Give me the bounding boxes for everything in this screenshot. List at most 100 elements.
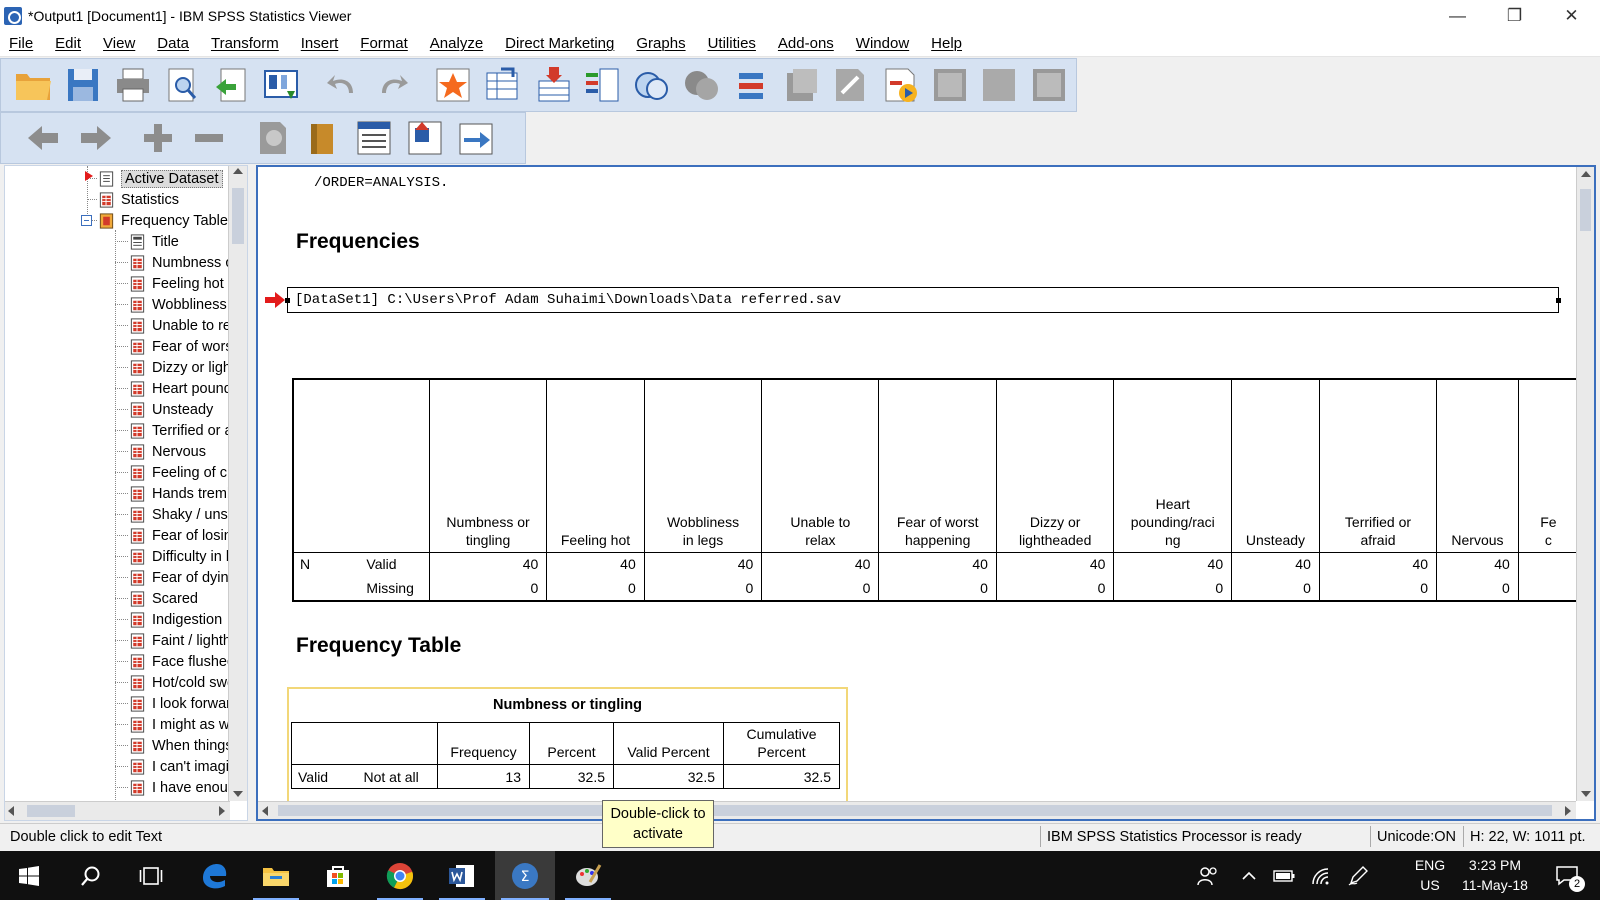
spss-taskbar-button[interactable]: Σ xyxy=(495,851,555,900)
weight-cases-button[interactable] xyxy=(679,65,724,105)
frequencies-heading[interactable]: Frequencies xyxy=(296,230,420,254)
outline-item[interactable]: Feeling of choking xyxy=(128,462,230,483)
outline-item[interactable]: Unsteady xyxy=(128,399,213,420)
print-button[interactable] xyxy=(110,65,155,105)
scroll-right-icon[interactable] xyxy=(219,806,225,816)
paint-taskbar-button[interactable] xyxy=(559,851,617,900)
menu-data[interactable]: Data xyxy=(148,35,198,52)
redo-button[interactable] xyxy=(370,65,415,105)
menu-file[interactable]: File xyxy=(0,35,42,52)
outline-item[interactable]: Frequency Table xyxy=(97,210,228,231)
word-taskbar-button[interactable] xyxy=(433,851,491,900)
outline-item[interactable]: Fear of dying xyxy=(128,567,230,588)
save-button[interactable] xyxy=(61,65,106,105)
insert-text-button[interactable] xyxy=(453,118,499,158)
print-preview-button[interactable] xyxy=(160,65,205,105)
outline-item[interactable]: Wobbliness in legs xyxy=(128,294,230,315)
insert-title-button[interactable] xyxy=(402,118,448,158)
outline-item[interactable]: Unable to relax xyxy=(128,315,230,336)
outline-item[interactable]: I might as well xyxy=(128,714,230,735)
menu-transform[interactable]: Transform xyxy=(202,35,288,52)
outline-item[interactable]: Shaky / unsteady xyxy=(128,504,230,525)
outline-item[interactable]: I have enough xyxy=(128,777,230,798)
forward-button[interactable] xyxy=(72,118,118,158)
tray-overflow-button[interactable] xyxy=(1234,851,1264,900)
outline-item[interactable]: Feeling hot xyxy=(128,273,224,294)
content-vertical-scrollbar[interactable] xyxy=(1576,167,1594,801)
outline-item[interactable]: Fear of worst happening xyxy=(128,336,230,357)
outline-item[interactable]: I look forward xyxy=(128,693,230,714)
wifi-button[interactable] xyxy=(1304,851,1338,900)
insert-output-button[interactable] xyxy=(927,65,972,105)
edge-taskbar-button[interactable] xyxy=(185,851,243,900)
outline-item[interactable]: Indigestion xyxy=(128,609,222,630)
store-taskbar-button[interactable] xyxy=(309,851,367,900)
menu-direct-marketing[interactable]: Direct Marketing xyxy=(496,35,623,52)
outline-item[interactable]: Fear of losing control xyxy=(128,525,230,546)
content-horizontal-scrollbar[interactable] xyxy=(258,801,1576,819)
content-hscroll-thumb[interactable] xyxy=(278,805,1552,816)
chrome-taskbar-button[interactable] xyxy=(371,851,429,900)
outline-item[interactable]: Heart pounding/racing xyxy=(128,378,230,399)
insert-heading-button[interactable] xyxy=(351,118,397,158)
chart-builder-button[interactable] xyxy=(580,65,625,105)
resize-handle-right[interactable] xyxy=(1556,298,1561,303)
scroll-up-icon[interactable] xyxy=(1581,171,1591,177)
task-view-button[interactable] xyxy=(122,851,180,900)
outline-item[interactable]: Active Dataset xyxy=(97,168,223,189)
outline-item[interactable]: When things xyxy=(128,735,230,756)
close-icon[interactable]: ✕ xyxy=(1543,0,1600,31)
collapse-toggle-icon[interactable] xyxy=(81,215,92,226)
search-button[interactable] xyxy=(62,851,120,900)
undo-button[interactable] xyxy=(320,65,365,105)
outline-item[interactable]: Difficulty in breathing xyxy=(128,546,230,567)
outline-scroll-thumb[interactable] xyxy=(232,188,244,244)
action-center-button[interactable]: 2 xyxy=(1546,851,1590,900)
start-button[interactable] xyxy=(0,851,58,900)
show-results-button[interactable] xyxy=(878,65,923,105)
clock[interactable]: 3:23 PM 11-May-18 xyxy=(1452,855,1538,895)
goto-data-button[interactable] xyxy=(431,65,476,105)
outline-item[interactable]: Title xyxy=(128,231,179,252)
menu-add-ons[interactable]: Add-ons xyxy=(769,35,843,52)
scroll-up-icon[interactable] xyxy=(233,168,243,174)
menu-utilities[interactable]: Utilities xyxy=(699,35,765,52)
scroll-down-icon[interactable] xyxy=(233,791,243,797)
goto-case-button[interactable] xyxy=(481,65,526,105)
outline-item[interactable]: Scared xyxy=(128,588,198,609)
run-script-button[interactable] xyxy=(977,65,1022,105)
resize-handle-left[interactable] xyxy=(285,298,290,303)
outline-vertical-scrollbar[interactable] xyxy=(228,166,247,801)
menu-insert[interactable]: Insert xyxy=(292,35,348,52)
frequency-table-heading[interactable]: Frequency Table xyxy=(296,634,461,658)
outline-hscroll-thumb[interactable] xyxy=(27,805,75,817)
outline-item[interactable]: Terrified or afraid xyxy=(128,420,230,441)
outline-item[interactable]: Statistics xyxy=(97,189,179,210)
menu-analyze[interactable]: Analyze xyxy=(421,35,492,52)
outline-item[interactable]: Nervous xyxy=(128,441,206,462)
select-cases-button[interactable] xyxy=(630,65,675,105)
scroll-right-icon[interactable] xyxy=(1565,806,1571,816)
expand-button[interactable] xyxy=(135,118,181,158)
variables-button[interactable] xyxy=(530,65,575,105)
hide-button[interactable] xyxy=(300,118,346,158)
menu-edit[interactable]: Edit xyxy=(46,35,90,52)
menu-format[interactable]: Format xyxy=(351,35,417,52)
outline-item[interactable]: Dizzy or lightheaded xyxy=(128,357,230,378)
restore-icon[interactable]: ❐ xyxy=(1486,0,1543,31)
export-button[interactable] xyxy=(209,65,254,105)
split-file-button[interactable] xyxy=(729,65,774,105)
scroll-left-icon[interactable] xyxy=(8,806,14,816)
menu-window[interactable]: Window xyxy=(847,35,918,52)
file-explorer-taskbar-button[interactable] xyxy=(247,851,305,900)
minimize-icon[interactable]: — xyxy=(1429,0,1486,31)
designate-window-button[interactable] xyxy=(828,65,873,105)
menu-view[interactable]: View xyxy=(94,35,144,52)
show-button[interactable] xyxy=(249,118,295,158)
menu-help[interactable]: Help xyxy=(922,35,971,52)
back-button[interactable] xyxy=(21,118,67,158)
full-screen-button[interactable] xyxy=(1026,65,1071,105)
collapse-button[interactable] xyxy=(186,118,232,158)
outline-item[interactable]: Hot/cold sweats xyxy=(128,672,230,693)
value-labels-button[interactable] xyxy=(778,65,823,105)
